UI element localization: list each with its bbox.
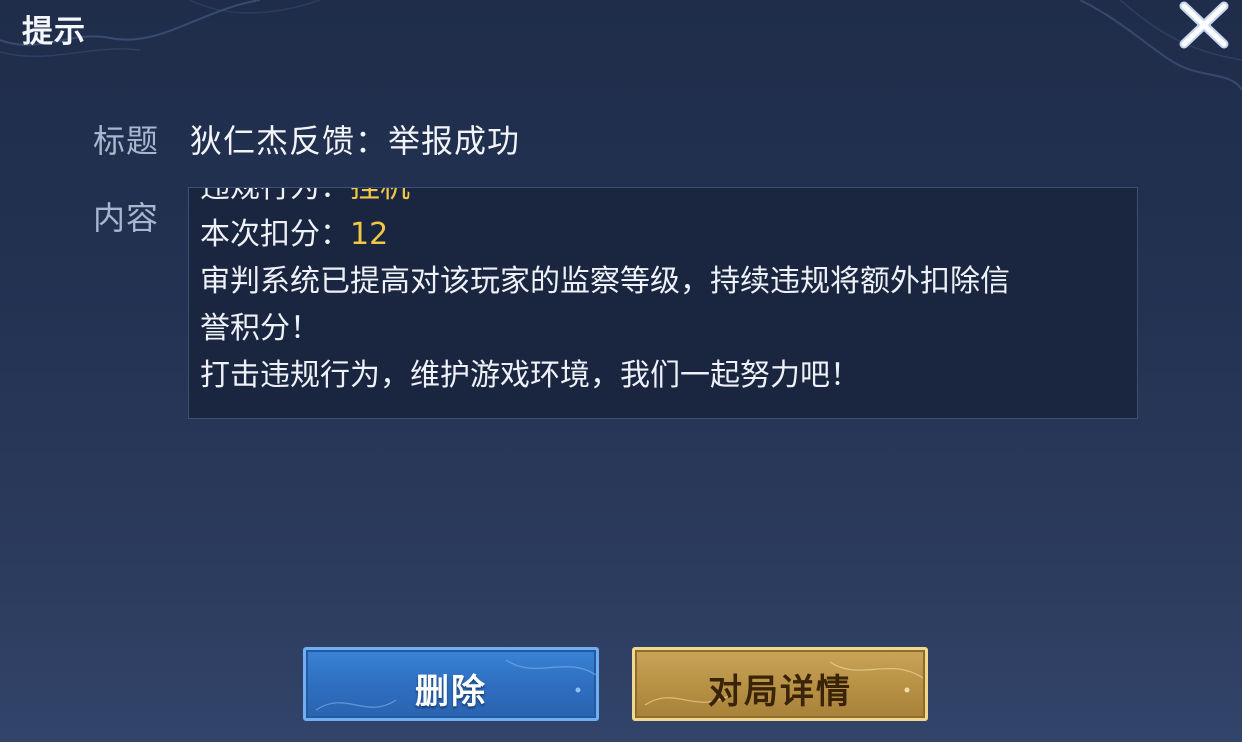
content-label: 内容 <box>93 199 160 237</box>
content-text: 违规行为：挂机 本次扣分：12 审判系统已提高对该玩家的监察等级，持续违规将额外… <box>200 187 1125 399</box>
deduction-prefix: 本次扣分： <box>200 217 350 252</box>
content-line-4: 誉积分！ <box>200 311 320 346</box>
content-box[interactable]: 违规行为：挂机 本次扣分：12 审判系统已提高对该玩家的监察等级，持续违规将额外… <box>188 187 1138 419</box>
close-icon <box>1179 1 1229 49</box>
deduction-line: 本次扣分：12 <box>200 211 1125 258</box>
match-details-button[interactable]: 对局详情 <box>632 647 928 721</box>
match-details-button-label: 对局详情 <box>708 672 852 712</box>
content-line-3: 审判系统已提高对该玩家的监察等级，持续违规将额外扣除信 <box>200 264 1010 299</box>
content-line-5: 打击违规行为，维护游戏环境，我们一起努力吧！ <box>200 358 860 393</box>
violation-line: 违规行为：挂机 <box>200 187 1125 211</box>
deduction-value: 12 <box>350 217 389 252</box>
mail-title: 狄仁杰反馈：举报成功 <box>190 122 521 160</box>
dialog-title: 提示 <box>22 14 86 50</box>
close-button[interactable] <box>1176 0 1232 50</box>
violation-prefix: 违规行为： <box>200 187 350 205</box>
delete-button-label: 删除 <box>415 672 487 712</box>
violation-value: 挂机 <box>350 187 410 205</box>
dialog-header: 提示 <box>0 0 1242 60</box>
delete-button[interactable]: 删除 <box>303 647 599 721</box>
title-label: 标题 <box>93 122 160 160</box>
